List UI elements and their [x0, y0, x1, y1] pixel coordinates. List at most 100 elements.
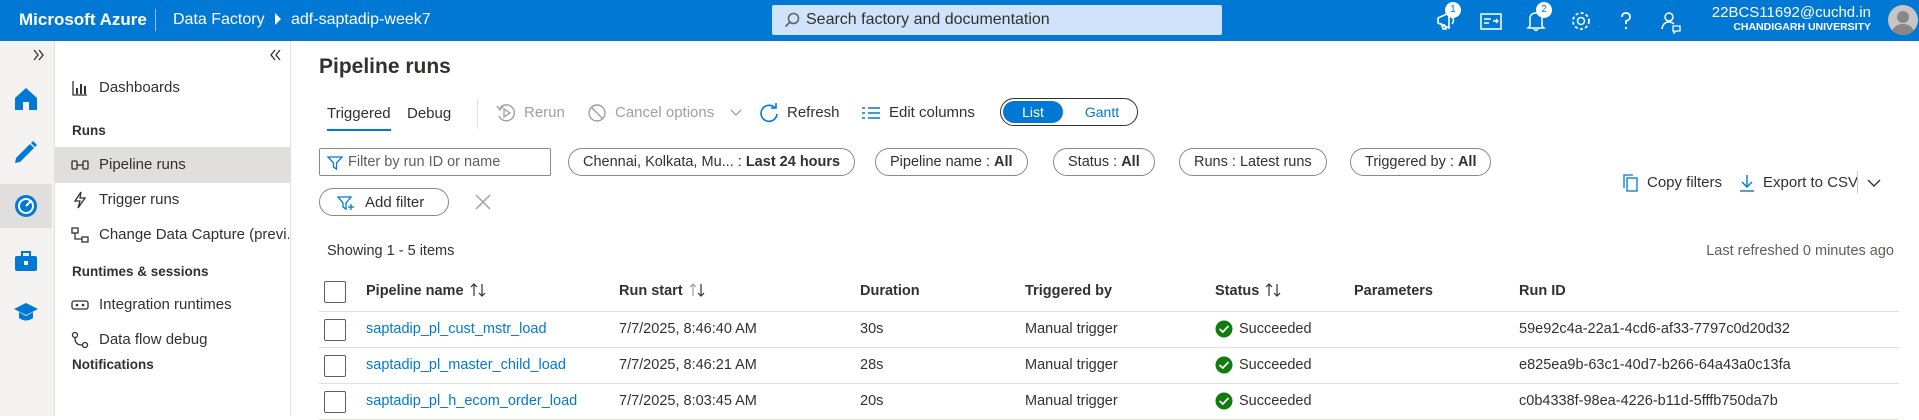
- column-header-status[interactable]: Status: [1215, 283, 1281, 299]
- triggered-by-filter-pill[interactable]: Triggered by : All: [1350, 148, 1492, 176]
- run-id-filter[interactable]: [319, 148, 551, 176]
- rail-manage[interactable]: [0, 238, 52, 282]
- user-account[interactable]: 22BCS11692@cuchd.in CHANDIGARH UNIVERSIT…: [1712, 4, 1871, 34]
- export-options-chevron-down-icon[interactable]: [1867, 176, 1881, 190]
- nav-section-runs: Runs: [72, 123, 106, 138]
- run-start-cell: 7/7/2025, 8:03:45 AM: [619, 393, 757, 409]
- pipeline-name-link[interactable]: saptadip_pl_cust_mstr_load: [366, 321, 547, 337]
- edit-columns-icon: [862, 107, 880, 119]
- search-icon: [784, 12, 800, 28]
- cancel-circle-icon: [588, 104, 606, 122]
- left-icon-rail: [0, 41, 55, 416]
- clear-filters-close-icon[interactable]: [474, 193, 492, 211]
- select-all-checkbox[interactable]: [324, 281, 346, 303]
- copy-filters-label: Copy filters: [1647, 174, 1723, 191]
- nav-label: Trigger runs: [99, 191, 180, 208]
- timezone-filter-pill[interactable]: Chennai, Kolkata, Mu... : Last 24 hours: [568, 148, 856, 176]
- view-toggle[interactable]: List Gantt: [1000, 98, 1138, 126]
- gear-icon[interactable]: [1568, 8, 1594, 34]
- nav-item-pipeline-runs[interactable]: Pipeline runs: [55, 147, 290, 183]
- column-header-parameters: Parameters: [1354, 283, 1433, 299]
- nav-item-integration-runtimes[interactable]: Integration runtimes: [55, 287, 290, 323]
- table-row[interactable]: saptadip_pl_master_child_load 7/7/2025, …: [319, 348, 1899, 384]
- run-id-cell: 59e92c4a-22a1-4cd6-af33-7797c0d20d32: [1519, 321, 1790, 337]
- duration-cell: 20s: [860, 393, 884, 409]
- graduation-cap-icon: [14, 303, 38, 321]
- add-filter-button[interactable]: Add filter: [319, 188, 449, 216]
- brand-divider: [155, 9, 156, 31]
- data-flow-icon: [71, 331, 89, 349]
- filter-pill-label: Status :: [1068, 154, 1122, 170]
- duration-cell: 28s: [860, 357, 884, 373]
- nav-item-data-flow-debug[interactable]: Data flow debug: [55, 322, 290, 358]
- page-title: Pipeline runs: [319, 55, 451, 78]
- integration-runtime-icon: [71, 300, 89, 310]
- row-checkbox[interactable]: [324, 391, 346, 413]
- feedback-icon[interactable]: [1658, 8, 1684, 34]
- column-header-duration[interactable]: Duration: [860, 283, 920, 299]
- nav-label: Pipeline runs: [99, 156, 186, 173]
- collapse-nav-icon[interactable]: [269, 49, 281, 61]
- status-filter-pill[interactable]: Status : All: [1053, 148, 1155, 176]
- rail-monitor[interactable]: [0, 184, 52, 228]
- nav-section-runtimes: Runtimes & sessions: [72, 264, 209, 279]
- row-checkbox[interactable]: [324, 355, 346, 377]
- top-bar: Microsoft Azure Data Factory adf-saptadi…: [0, 0, 1919, 41]
- rail-learning[interactable]: [0, 289, 52, 333]
- nav-label: Dashboards: [99, 79, 180, 96]
- status-cell: Succeeded: [1239, 393, 1312, 409]
- nav-section-notifications: Notifications: [72, 357, 154, 372]
- column-header-pipeline-name[interactable]: Pipeline name: [366, 283, 486, 299]
- filter-pill-label: Triggered by :: [1365, 154, 1458, 170]
- add-filter-label: Add filter: [365, 194, 425, 211]
- help-icon[interactable]: [1613, 8, 1639, 34]
- view-gantt-option[interactable]: Gantt: [1069, 101, 1135, 123]
- rail-author[interactable]: [0, 129, 52, 173]
- tab-debug[interactable]: Debug: [407, 105, 451, 122]
- column-header-run-start[interactable]: Run start: [619, 283, 705, 299]
- refresh-icon: [760, 103, 778, 123]
- view-list-option[interactable]: List: [1003, 101, 1063, 123]
- expand-rail-icon[interactable]: [33, 49, 45, 61]
- tab-triggered[interactable]: Triggered: [327, 105, 391, 131]
- pipeline-name-filter-pill[interactable]: Pipeline name : All: [875, 148, 1028, 176]
- success-check-icon: [1215, 356, 1233, 374]
- triggered-by-cell: Manual trigger: [1025, 357, 1118, 373]
- azure-brand[interactable]: Microsoft Azure: [19, 10, 147, 30]
- export-csv-label: Export to CSV: [1763, 174, 1859, 191]
- rerun-icon: [496, 104, 515, 122]
- breadcrumb-data-factory[interactable]: Data Factory: [173, 11, 265, 29]
- rail-home[interactable]: [0, 76, 52, 120]
- sort-descending-icon: [689, 283, 705, 297]
- nav-item-trigger-runs[interactable]: Trigger runs: [55, 182, 290, 218]
- toolbar-divider: [477, 99, 478, 129]
- add-filter-icon: [337, 196, 354, 211]
- search-input[interactable]: [806, 5, 1206, 35]
- breadcrumb-factory-name[interactable]: adf-saptadip-week7: [291, 11, 431, 29]
- filter-pill-value: All: [1121, 154, 1140, 170]
- table-row[interactable]: saptadip_pl_cust_mstr_load 7/7/2025, 8:4…: [319, 312, 1899, 348]
- refresh-label: Refresh: [787, 104, 840, 121]
- column-label: Run start: [619, 283, 683, 299]
- nav-label: Integration runtimes: [99, 296, 232, 313]
- pipeline-name-link[interactable]: saptadip_pl_h_ecom_order_load: [366, 393, 577, 409]
- column-header-triggered-by[interactable]: Triggered by: [1025, 283, 1112, 299]
- chevron-down-icon: [730, 109, 742, 116]
- directory-switch-icon[interactable]: [1478, 8, 1504, 34]
- triggered-by-cell: Manual trigger: [1025, 321, 1118, 337]
- column-header-run-id: Run ID: [1519, 283, 1566, 299]
- table-row[interactable]: saptadip_pl_h_ecom_order_load 7/7/2025, …: [319, 384, 1899, 420]
- avatar[interactable]: [1888, 5, 1918, 35]
- filter-pill-label: Runs :: [1194, 154, 1240, 170]
- item-count: Showing 1 - 5 items: [327, 243, 455, 259]
- main-content: Pipeline runs Triggered Debug Rerun Canc…: [292, 41, 1919, 420]
- run-start-cell: 7/7/2025, 8:46:21 AM: [619, 357, 757, 373]
- pipeline-name-link[interactable]: saptadip_pl_master_child_load: [366, 357, 566, 373]
- runs-filter-pill[interactable]: Runs : Latest runs: [1179, 148, 1327, 176]
- nav-label: Data flow debug: [99, 331, 208, 348]
- nav-item-dashboards[interactable]: Dashboards: [55, 70, 290, 106]
- nav-item-change-data-capture[interactable]: Change Data Capture (previ...: [55, 217, 290, 253]
- row-checkbox[interactable]: [324, 319, 346, 341]
- run-id-filter-input[interactable]: [348, 151, 546, 173]
- search-box[interactable]: [772, 5, 1222, 35]
